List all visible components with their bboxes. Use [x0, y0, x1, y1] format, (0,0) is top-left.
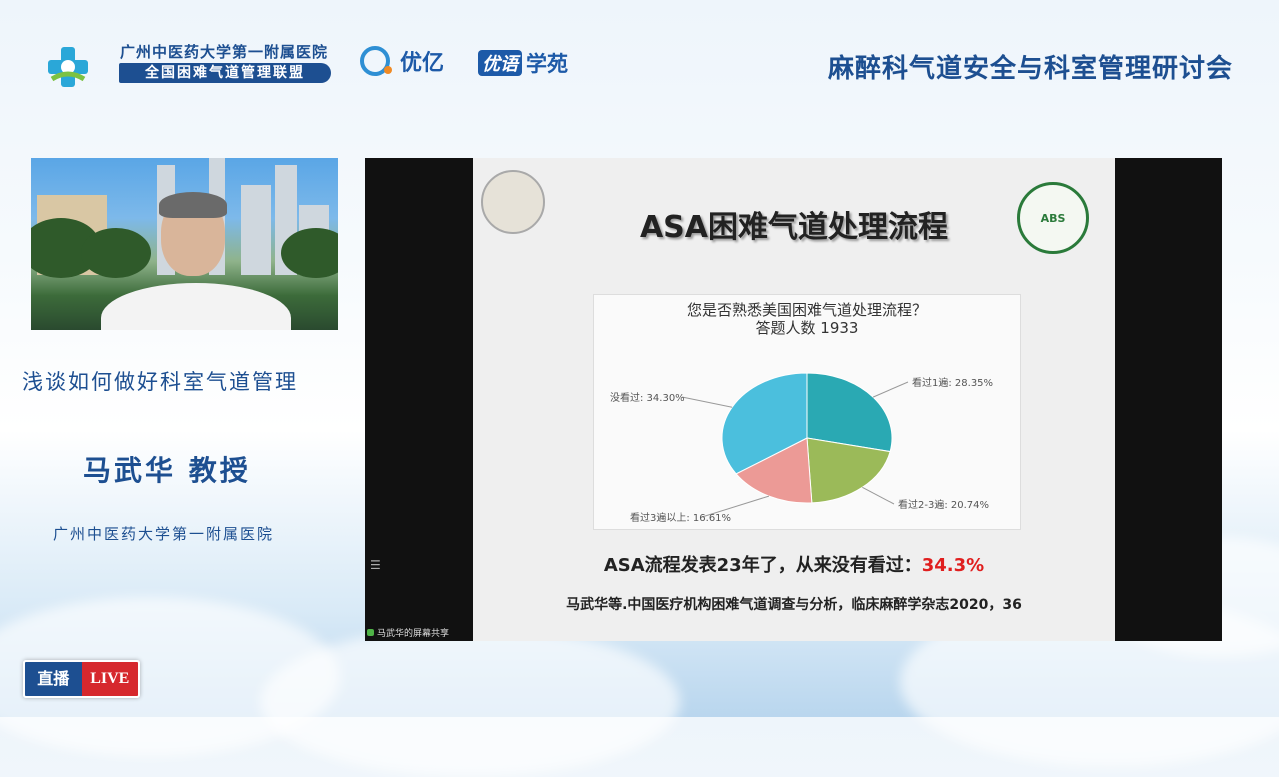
- alliance-name: 全国困难气道管理联盟: [119, 63, 331, 83]
- slide-statement: ASA流程发表23年了，从来没有看过：34.3%: [473, 551, 1115, 577]
- hospital-name: 广州中医药大学第一附属医院: [120, 43, 329, 61]
- screen-share-label-text: 马武华的屏幕共享: [377, 629, 450, 639]
- pie-leader-line: [862, 486, 895, 505]
- live-badge: 直播 LIVE: [23, 660, 140, 698]
- talk-title: 浅谈如何做好科室气道管理: [22, 370, 298, 394]
- speaker-video-feed[interactable]: [31, 158, 338, 330]
- xueyuan-text: 学苑: [526, 52, 568, 76]
- statement-value: 34.3%: [921, 555, 985, 576]
- youyi-brand-text: 优亿: [400, 51, 445, 76]
- youyu-box-text: 优语: [478, 50, 522, 76]
- youyu-xueyuan-logo: 优语 学苑: [478, 48, 568, 78]
- share-indicator-icon: [367, 629, 374, 636]
- screen-share-label: 马武华的屏幕共享: [367, 626, 449, 639]
- menu-icon[interactable]: ☰: [370, 558, 381, 572]
- live-badge-cn: 直播: [25, 662, 82, 696]
- slide-title: ASA困难气道处理流程: [639, 210, 949, 245]
- pie-chart-panel: 您是否熟悉美国困难气道处理流程？ 答题人数 1933 看过1遍: 28.35% 看…: [593, 294, 1021, 530]
- speaker-organization: 广州中医药大学第一附属医院: [53, 525, 275, 543]
- pie-leader-line: [681, 396, 733, 408]
- speaker-hair: [159, 192, 227, 218]
- presentation-slide: ABS ASA困难气道处理流程 您是否熟悉美国困难气道处理流程？ 答题人数 19…: [473, 158, 1115, 641]
- youyi-ring-icon: [360, 46, 392, 76]
- slide-reference: 马武华等.中国医疗机构困难气道调查与分析，临床麻醉学杂志2020，36: [566, 597, 1022, 613]
- screen-share[interactable]: ☰ 马武华的屏幕共享 ABS ASA困难气道处理流程 您是否熟悉美国困难气道处理…: [365, 158, 1222, 641]
- pie-slice-label: 看过3遍以上: 16.61%: [630, 511, 731, 524]
- speaker-body: [101, 283, 291, 330]
- statement-prefix: ASA流程发表23年了，从来没有看过：: [603, 555, 922, 576]
- speaker-name: 马武华 教授: [83, 454, 251, 487]
- conference-title: 麻醉科气道安全与科室管理研讨会: [827, 54, 1233, 84]
- youyi-logo: 优亿: [360, 45, 444, 77]
- pie-leader-line: [872, 381, 909, 398]
- pie-chart: 看过1遍: 28.35% 看过2-3遍: 20.74% 看过3遍以上: 16.61%…: [610, 372, 993, 524]
- live-badge-en: LIVE: [81, 662, 138, 696]
- hospital-cross-logo-icon: [48, 47, 88, 87]
- pie-slice-label: 没看过: 34.30%: [610, 391, 685, 404]
- pie-slice-label: 看过2-3遍: 20.74%: [898, 498, 989, 511]
- pie-slice-label: 看过1遍: 28.35%: [912, 376, 993, 389]
